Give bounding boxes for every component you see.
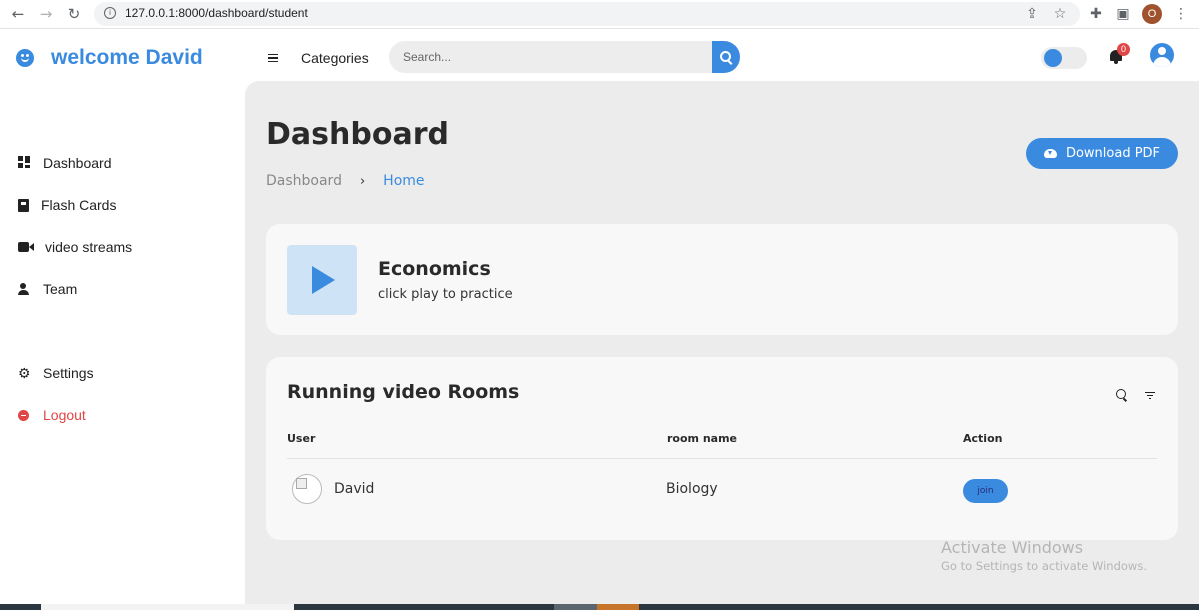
categories-link[interactable]: Categories [301, 50, 369, 66]
search-button[interactable] [712, 41, 740, 73]
taskbar [0, 604, 1199, 610]
sidebar-item-flash-cards[interactable]: Flash Cards [18, 195, 116, 215]
search-form [389, 41, 713, 73]
sidebar-item-label: Team [43, 281, 78, 297]
column-header-action: Action [963, 432, 1003, 445]
browser-toolbar: ← → ↻ i 127.0.0.1:8000/dashboard/student… [0, 0, 1199, 29]
column-header-user: User [287, 432, 316, 445]
table-cell-user: David [334, 481, 375, 497]
logout-icon [18, 409, 29, 421]
sidebar-item-label: video streams [45, 239, 133, 255]
extensions-icon[interactable]: ✚ [1087, 5, 1105, 23]
book-icon [18, 198, 29, 212]
menu-dots-icon[interactable]: ⋮ [1172, 5, 1190, 23]
sidebar-item-settings[interactable]: ⚙ Settings [18, 363, 94, 383]
share-icon[interactable]: ⇪ [1023, 5, 1041, 23]
main-content: Dashboard Dashboard › Home Download PDF Ec… [245, 81, 1199, 604]
info-icon[interactable]: i [104, 7, 116, 19]
gear-icon: ⚙ [18, 365, 31, 381]
video-icon [18, 242, 34, 252]
user-avatar-image [292, 474, 322, 504]
sidebar-item-dashboard[interactable]: Dashboard [18, 153, 112, 173]
activate-windows-subtitle: Go to Settings to activate Windows. [941, 559, 1147, 573]
join-button[interactable]: join [963, 479, 1008, 503]
filter-icon[interactable] [1145, 392, 1155, 400]
user-avatar[interactable] [1150, 43, 1174, 67]
reload-icon[interactable]: ↻ [65, 5, 83, 23]
forward-icon[interactable]: → [37, 5, 55, 23]
brand-title: welcome David [51, 46, 203, 69]
sidebar-item-logout[interactable]: Logout [18, 405, 86, 425]
url-text[interactable]: 127.0.0.1:8000/dashboard/student [125, 6, 308, 20]
breadcrumb: Dashboard › Home [266, 173, 425, 189]
cloud-download-icon [1043, 149, 1057, 158]
top-navbar: Categories 0 [245, 29, 1199, 81]
sidebar-item-team[interactable]: Team [18, 279, 77, 299]
menu-icon[interactable] [268, 54, 278, 62]
page-title: Dashboard [266, 117, 449, 152]
video-rooms-card: Running video Rooms User room name Actio… [266, 357, 1178, 540]
sidebar-item-label: Settings [43, 365, 94, 381]
search-input[interactable] [389, 41, 689, 73]
sidepanel-icon[interactable]: ▣ [1114, 5, 1132, 23]
smiley-icon [16, 49, 34, 67]
table-cell-room: Biology [666, 481, 718, 497]
taskbar-app[interactable] [554, 604, 597, 610]
breadcrumb-home[interactable]: Home [383, 173, 424, 189]
chevron-right-icon: › [359, 174, 366, 189]
back-icon[interactable]: ← [9, 5, 27, 23]
theme-toggle[interactable] [1041, 47, 1087, 69]
sidebar-item-label: Dashboard [43, 155, 112, 171]
rooms-title: Running video Rooms [287, 381, 520, 403]
taskbar-app[interactable] [597, 604, 639, 610]
sidebar: welcome David Dashboard Flash Cards vide… [0, 29, 245, 604]
brand[interactable]: welcome David [16, 45, 203, 71]
team-icon [18, 282, 32, 296]
sidebar-item-label: Flash Cards [41, 197, 117, 213]
download-pdf-button[interactable]: Download PDF [1026, 138, 1178, 169]
course-subtitle: click play to practice [378, 287, 513, 302]
activate-windows-title: Activate Windows [941, 538, 1084, 557]
grid-icon [18, 156, 32, 170]
course-title: Economics [378, 258, 491, 280]
notification-badge: 0 [1117, 43, 1130, 56]
course-card: Economics click play to practice [266, 224, 1178, 335]
search-icon[interactable] [1116, 389, 1126, 399]
sidebar-item-label: Logout [43, 407, 86, 423]
table-divider [287, 458, 1157, 459]
column-header-room: room name [667, 432, 738, 445]
breadcrumb-dashboard[interactable]: Dashboard [266, 173, 342, 189]
download-pdf-label: Download PDF [1065, 146, 1161, 161]
sidebar-item-video-streams[interactable]: video streams [18, 237, 132, 257]
profile-avatar[interactable]: O [1142, 4, 1162, 24]
taskbar-search[interactable] [41, 604, 294, 610]
play-icon[interactable] [287, 245, 357, 315]
toggle-knob [1044, 49, 1062, 67]
star-icon[interactable]: ☆ [1051, 5, 1069, 23]
